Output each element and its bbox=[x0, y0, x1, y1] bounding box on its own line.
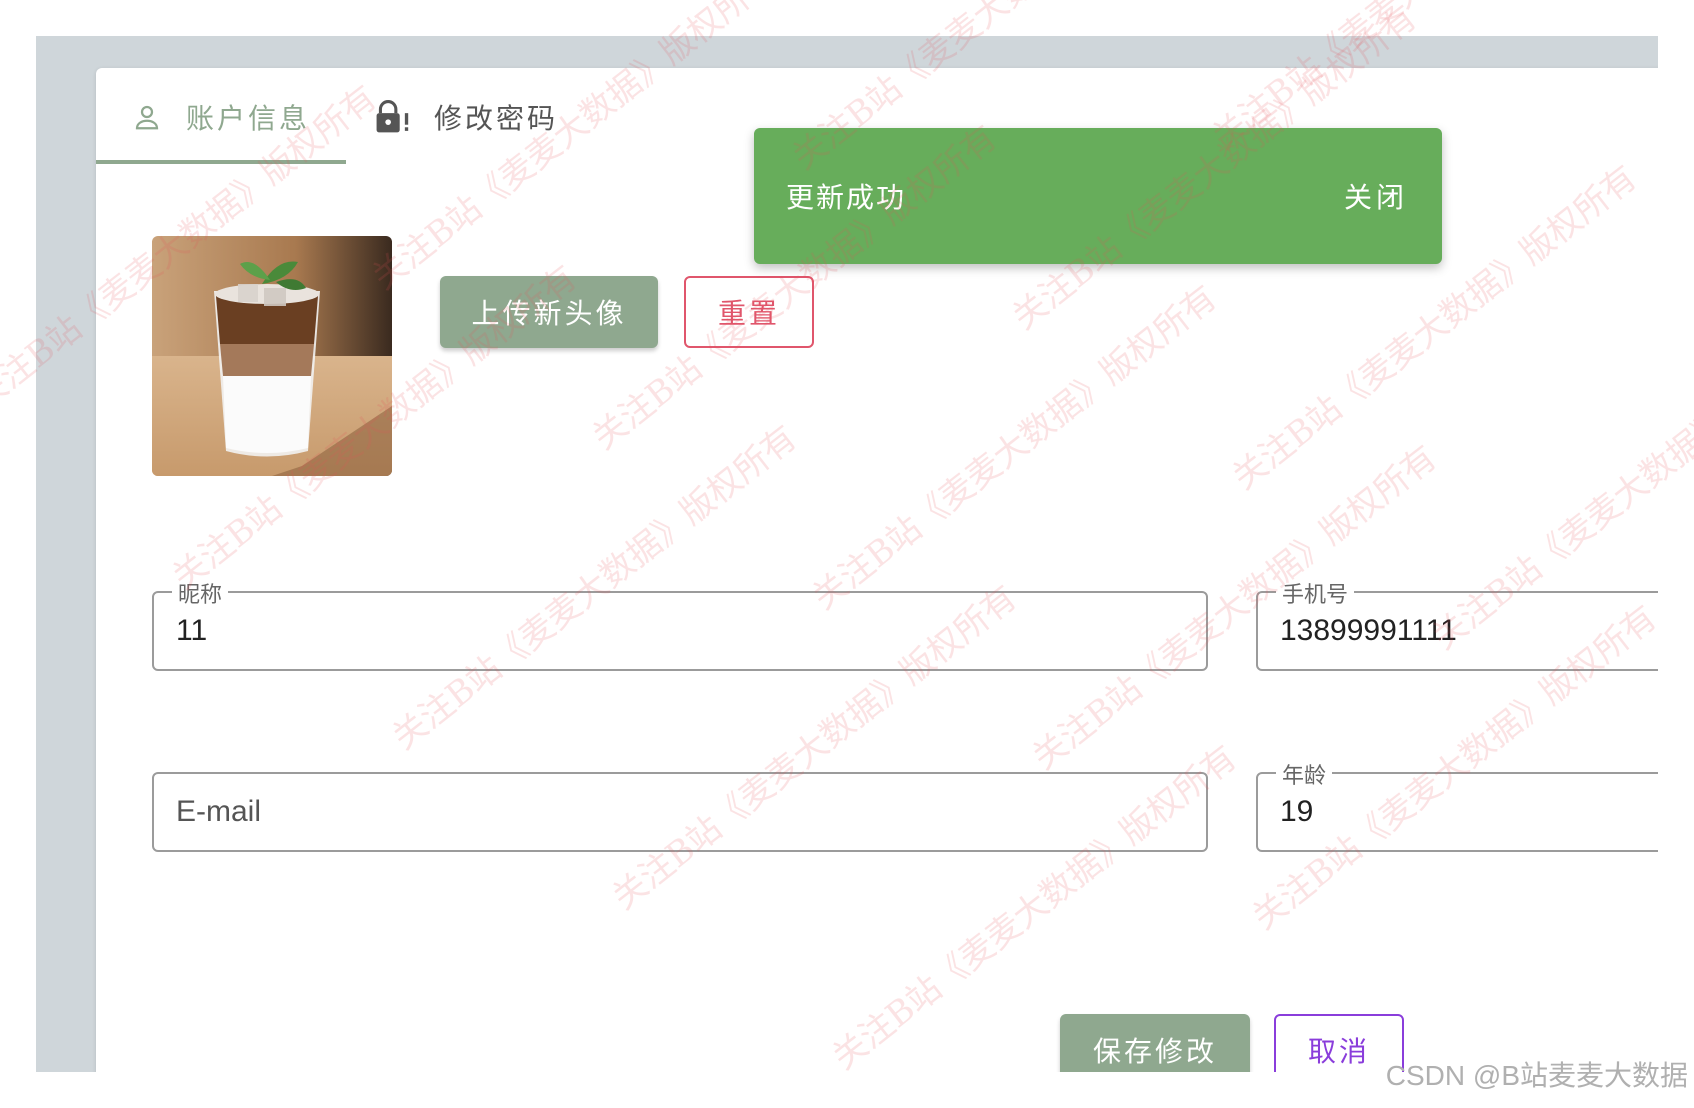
tab-account-label: 账户信息 bbox=[185, 102, 310, 135]
account-settings-card: 账户信息 修改密码 上传新头像 重置 昵称 11 手机号 13899991111… bbox=[96, 68, 1658, 1072]
cancel-button[interactable]: 取消 bbox=[1274, 1014, 1404, 1072]
email-field[interactable]: E-mail bbox=[152, 772, 1208, 852]
tab-password-label: 修改密码 bbox=[433, 102, 558, 135]
credit-text: CSDN @B站麦麦大数据 bbox=[1385, 1060, 1688, 1091]
tab-change-password[interactable]: 修改密码 bbox=[346, 68, 586, 166]
phone-field[interactable]: 手机号 13899991111 bbox=[1256, 577, 1658, 671]
save-changes-button[interactable]: 保存修改 bbox=[1060, 1014, 1250, 1072]
tab-account-info[interactable]: 账户信息 bbox=[96, 68, 346, 166]
user-icon bbox=[132, 102, 162, 132]
age-value: 19 bbox=[1280, 795, 1314, 828]
app-background: 账户信息 修改密码 上传新头像 重置 昵称 11 手机号 13899991111… bbox=[36, 36, 1658, 1072]
nickname-field[interactable]: 昵称 11 bbox=[152, 577, 1208, 671]
email-placeholder: E-mail bbox=[176, 795, 262, 828]
success-snackbar: 更新成功 关闭 bbox=[754, 128, 1442, 264]
upload-avatar-button[interactable]: 上传新头像 bbox=[440, 276, 658, 348]
snackbar-message: 更新成功 bbox=[786, 181, 907, 214]
avatar-image bbox=[152, 236, 392, 476]
nickname-value: 11 bbox=[176, 614, 208, 647]
active-tab-indicator bbox=[96, 160, 346, 164]
reset-avatar-button[interactable]: 重置 bbox=[684, 276, 814, 348]
lock-alert-icon bbox=[374, 100, 410, 134]
tab-bar: 账户信息 修改密码 bbox=[96, 68, 796, 166]
age-field[interactable]: 年龄 19 bbox=[1256, 758, 1658, 852]
snackbar-close-button[interactable]: 关闭 bbox=[1344, 128, 1408, 264]
phone-value: 13899991111 bbox=[1280, 614, 1457, 647]
